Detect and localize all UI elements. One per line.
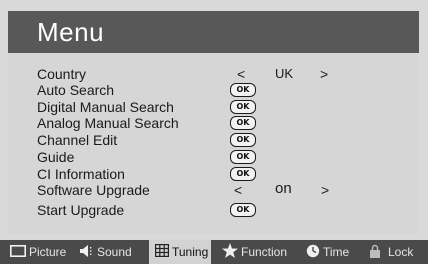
tab-lock-label: Lock <box>388 245 414 259</box>
tab-function[interactable]: Function <box>222 240 287 264</box>
auto-search-ok-button[interactable]: OK <box>230 83 256 97</box>
country-value: UK <box>275 66 294 81</box>
menu-item-label: Start Upgrade <box>37 202 125 218</box>
country-prev-arrow[interactable]: < <box>237 65 245 83</box>
tuning-menu-list: Country < UK > Auto Search OK Digital Ma… <box>8 53 419 234</box>
tab-picture[interactable]: Picture <box>10 240 66 264</box>
menu-item-channel-edit[interactable]: Channel Edit OK <box>8 132 419 149</box>
monitor-icon <box>10 244 26 260</box>
software-upgrade-prev-arrow[interactable]: < <box>234 181 242 199</box>
menu-item-auto-search[interactable]: Auto Search OK <box>8 82 419 99</box>
clock-icon <box>306 244 320 261</box>
star-icon <box>222 243 238 261</box>
menu-title: Menu <box>37 17 105 47</box>
menu-item-label: Guide <box>37 149 75 165</box>
channel-edit-ok-button[interactable]: OK <box>230 133 256 147</box>
software-upgrade-next-arrow[interactable]: > <box>321 181 329 199</box>
ci-information-ok-button[interactable]: OK <box>230 167 256 181</box>
guide-ok-button[interactable]: OK <box>230 150 256 164</box>
menu-category-bar: Picture Sound Tuning Function Time Lock <box>0 240 428 264</box>
tab-tuning[interactable]: Tuning <box>149 240 212 264</box>
analog-manual-search-ok-button[interactable]: OK <box>230 116 256 130</box>
tab-tuning-label: Tuning <box>172 245 209 259</box>
grid-icon <box>155 244 170 260</box>
tab-function-label: Function <box>241 245 288 259</box>
speaker-icon <box>80 244 94 260</box>
menu-title-bar: Menu <box>8 11 419 53</box>
menu-item-label: Software Upgrade <box>37 182 150 198</box>
tab-sound[interactable]: Sound <box>80 240 132 264</box>
country-next-arrow[interactable]: > <box>320 65 328 83</box>
tab-picture-label: Picture <box>29 245 67 259</box>
menu-item-label: Auto Search <box>37 82 115 98</box>
menu-item-guide[interactable]: Guide OK <box>8 149 419 166</box>
tab-lock[interactable]: Lock <box>370 240 413 264</box>
menu-item-analog-manual-search[interactable]: Analog Manual Search OK <box>8 115 419 132</box>
menu-item-start-upgrade[interactable]: Start Upgrade OK <box>8 202 419 219</box>
start-upgrade-ok-button[interactable]: OK <box>230 203 256 217</box>
menu-item-software-upgrade[interactable]: Software Upgrade < on > <box>8 180 419 199</box>
digital-manual-search-ok-button[interactable]: OK <box>230 100 256 114</box>
menu-item-label: Analog Manual Search <box>37 115 179 131</box>
software-upgrade-value: on <box>275 180 292 197</box>
tab-time[interactable]: Time <box>306 240 349 264</box>
tab-sound-label: Sound <box>97 245 132 259</box>
menu-item-label: Channel Edit <box>37 132 118 148</box>
tab-time-label: Time <box>323 245 350 259</box>
lock-icon <box>370 244 380 261</box>
